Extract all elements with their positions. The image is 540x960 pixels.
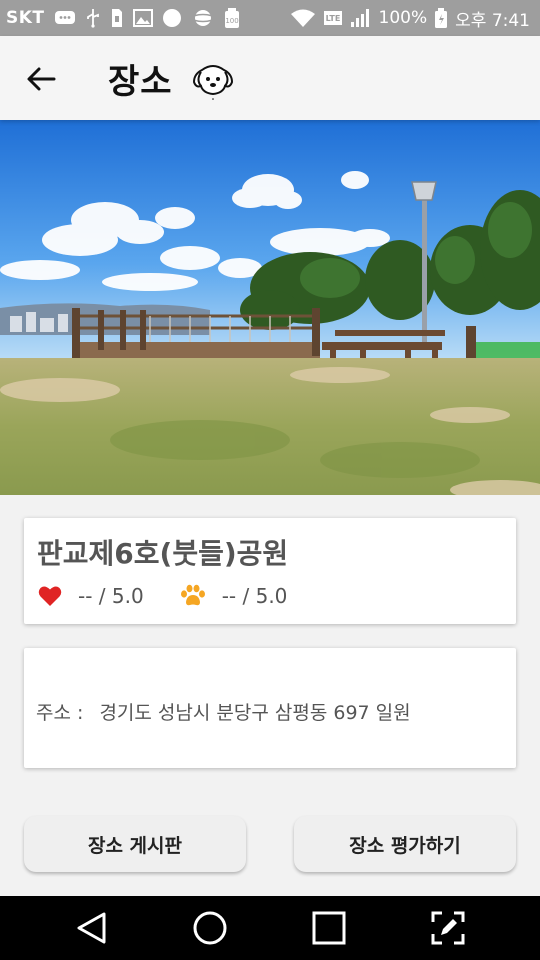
message-icon (54, 11, 75, 24)
capture-memo-icon[interactable] (430, 910, 466, 946)
place-name: 판교제6호(붓들)공원 (37, 537, 289, 570)
clock: 오후 7:41 (455, 10, 530, 31)
usb-icon (86, 9, 99, 28)
svg-text:LTE: LTE (325, 14, 340, 23)
address-label: 주소 : (36, 702, 84, 724)
svg-text:100: 100 (225, 17, 238, 25)
lte-icon: LTE (323, 11, 342, 25)
paw-rating-value: -- / 5.0 (221, 584, 288, 608)
system-nav-bar (0, 896, 540, 960)
rating-row: -- / 5.0 -- / 5.0 (38, 584, 287, 608)
battery-icon (435, 8, 448, 28)
dog-face-icon (192, 65, 234, 100)
place-board-button[interactable]: 장소 게시판 (24, 816, 246, 872)
app-bar: 장소 (0, 36, 540, 120)
signal-icon (350, 9, 369, 27)
back-triangle-icon[interactable] (74, 910, 110, 946)
gallery-icon (132, 9, 153, 27)
home-circle-icon[interactable] (192, 910, 228, 946)
battery-100-icon: 100 (224, 8, 239, 28)
rate-place-button[interactable]: 장소 평가하기 (294, 816, 516, 872)
page-title: 장소 (108, 62, 173, 102)
place-photo (0, 120, 540, 495)
heart-rating-value: -- / 5.0 (78, 584, 144, 608)
status-bar: SKT 100 LTE 100% 오후 7:41 (0, 0, 540, 36)
circle-icon (162, 9, 181, 27)
battery-percent: 100% (378, 8, 428, 28)
paw-icon (180, 584, 205, 606)
carrier-label: SKT (6, 8, 45, 28)
park-photo-illustration (0, 120, 540, 495)
place-info-card: 판교제6호(붓들)공원 -- / 5.0 -- / 5.0 (24, 518, 516, 624)
wifi-icon (290, 9, 315, 27)
address-row: 주소 : 경기도 성남시 분당구 삼평동 697 일원 (36, 698, 411, 725)
planet-icon (190, 10, 215, 26)
address-card: 주소 : 경기도 성남시 분당구 삼평동 697 일원 (24, 648, 516, 768)
address-value: 경기도 성남시 분당구 삼평동 697 일원 (99, 702, 411, 724)
sim-icon (111, 9, 122, 27)
recents-square-icon[interactable] (311, 910, 347, 946)
back-arrow-icon[interactable] (24, 62, 58, 96)
heart-icon (38, 586, 62, 606)
